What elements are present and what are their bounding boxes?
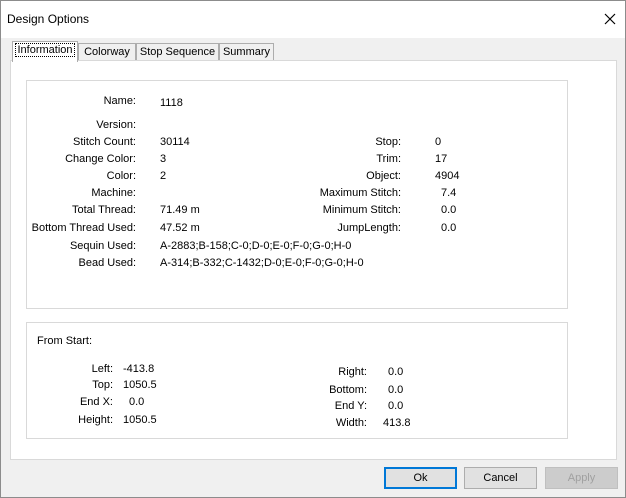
trim-value: 17 [435,153,448,165]
cancel-button[interactable]: Cancel [464,467,537,489]
tab-stop-sequence[interactable]: Stop Sequence [136,43,219,61]
top-label: Top: [92,379,113,391]
bead-label: Bead Used: [78,257,136,269]
left-value: -413.8 [123,363,155,375]
height-label: Height: [78,414,113,426]
right-value: 0.0 [388,366,404,378]
stop-value: 0 [435,136,442,148]
tab-summary[interactable]: Summary [219,43,274,61]
min-stitch-label: Minimum Stitch: [322,204,401,216]
stitch-count-value: 30114 [160,136,190,148]
width-label: Width: [335,417,367,429]
color-label: Color: [106,170,136,182]
name-label: Name: [103,95,136,107]
jump-length-label: JumpLength: [337,222,401,234]
bottom-thread-label: Bottom Thread Used: [31,222,136,234]
width-value: 413.8 [383,417,411,429]
bottom-label: Bottom: [329,384,367,396]
close-button[interactable] [594,4,626,34]
sequin-label: Sequin Used: [69,240,136,252]
stitch-count-label: Stitch Count: [73,136,136,148]
machine-label: Machine: [91,187,136,199]
change-color-label: Change Color: [65,153,136,165]
object-value: 4904 [435,170,460,182]
end-x-label: End X: [79,396,113,408]
close-icon [604,13,616,25]
right-label: Right: [338,366,367,378]
object-label: Object: [366,170,401,182]
ok-button[interactable]: Ok [384,467,457,489]
tab-information[interactable]: Information [12,41,78,62]
information-panel: Name: 1118 Version: Stitch Count: 30114 … [10,60,617,460]
bead-value: A-314;B-332;C-1432;D-0;E-0;F-0;G-0;H-0 [160,257,364,269]
sequin-value: A-2883;B-158;C-0;D-0;E-0;F-0;G-0;H-0 [160,240,352,252]
left-label: Left: [91,363,113,375]
end-x-value: 0.0 [129,396,145,408]
version-label: Version: [96,119,136,131]
window-title: Design Options [7,12,90,26]
name-value: 1118 [160,97,183,109]
total-thread-value: 71.49 m [160,204,200,216]
from-start-heading: From Start: [37,335,93,347]
design-info-group: Name: 1118 Version: Stitch Count: 30114 … [26,80,568,309]
max-stitch-label: Maximum Stitch: [319,187,401,199]
stop-label: Stop: [375,136,401,148]
end-y-value: 0.0 [388,400,404,412]
height-value: 1050.5 [123,414,157,426]
from-start-group: From Start: Left: -413.8 Top: 1050.5 End… [26,322,568,439]
total-thread-label: Total Thread: [71,204,136,216]
apply-button[interactable]: Apply [545,467,618,489]
tab-colorway[interactable]: Colorway [78,43,136,61]
change-color-value: 3 [160,153,167,165]
min-stitch-value: 0.0 [441,204,457,216]
end-y-label: End Y: [334,400,367,412]
jump-length-value: 0.0 [441,222,457,234]
color-value: 2 [160,170,167,182]
trim-label: Trim: [376,153,401,165]
max-stitch-value: 7.4 [441,187,457,199]
bottom-thread-value: 47.52 m [160,222,200,234]
title-bar: Design Options [0,0,626,38]
bottom-value: 0.0 [388,384,404,396]
top-value: 1050.5 [123,379,157,391]
